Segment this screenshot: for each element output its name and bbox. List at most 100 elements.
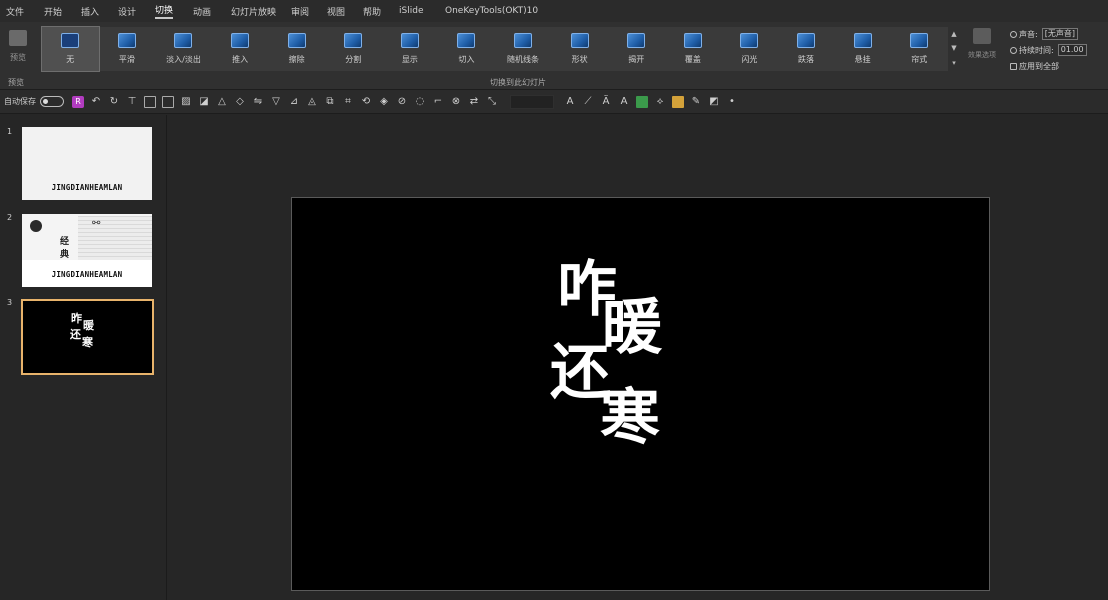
merge-icon[interactable]: ◬ bbox=[306, 96, 318, 108]
highlight-icon[interactable]: ◩ bbox=[708, 96, 720, 108]
menu-slideshow[interactable]: 幻灯片放映 bbox=[231, 5, 291, 18]
slide-title-char[interactable]: 暖 bbox=[602, 298, 662, 358]
transition-random-bars[interactable]: 随机线条 bbox=[495, 27, 552, 71]
timing-group: 声音: [无声音] 持续时间: 01.00 应用到全部 bbox=[1010, 26, 1108, 80]
islide-icon[interactable]: R bbox=[72, 95, 84, 108]
transition-fall-over[interactable]: 跌落 bbox=[778, 27, 835, 71]
distribute-icon[interactable]: ⊿ bbox=[288, 96, 300, 108]
menu-islide[interactable]: iSlide bbox=[399, 6, 445, 16]
font-color-icon[interactable]: A bbox=[618, 96, 630, 108]
transition-icon bbox=[627, 33, 646, 48]
transition-uncover[interactable]: 揭开 bbox=[608, 27, 665, 71]
more-icon[interactable]: • bbox=[726, 96, 738, 108]
transition-flash[interactable]: 闪光 bbox=[721, 27, 778, 71]
preview-icon bbox=[9, 30, 27, 46]
brush-icon[interactable]: ✎ bbox=[690, 96, 702, 108]
newspaper-image bbox=[78, 216, 152, 260]
menu-view[interactable]: 视图 bbox=[327, 5, 363, 18]
text-icon[interactable]: A bbox=[564, 96, 576, 108]
transition-fade[interactable]: 淡入/淡出 bbox=[155, 27, 212, 71]
transition-morph[interactable]: 平滑 bbox=[99, 27, 156, 71]
format-painter-icon[interactable]: ⌐ bbox=[432, 96, 444, 108]
menu-transitions[interactable]: 切换 bbox=[155, 3, 174, 19]
transition-cut[interactable]: 切入 bbox=[438, 27, 495, 71]
chevron-up-icon[interactable]: ▲ bbox=[951, 30, 956, 38]
sound-select[interactable]: [无声音] bbox=[1041, 28, 1078, 40]
swap-icon[interactable]: ⇄ bbox=[468, 96, 480, 108]
preview-button-label: 预览 bbox=[10, 53, 26, 62]
eyedropper-icon[interactable]: ⟡ bbox=[654, 96, 666, 108]
transition-wipe[interactable]: 擦除 bbox=[268, 27, 325, 71]
menu-onekeytools[interactable]: OneKeyTools(OKT)10 bbox=[445, 6, 538, 16]
group-icon[interactable]: ⧉ bbox=[324, 96, 336, 108]
fill-color-icon[interactable]: ◪ bbox=[198, 96, 210, 108]
crop-icon[interactable]: ⌗ bbox=[342, 96, 354, 108]
circle-shape bbox=[30, 220, 42, 232]
clock-icon bbox=[1010, 46, 1017, 54]
transition-drape[interactable]: 悬挂 bbox=[834, 27, 891, 71]
thumbnail-char: 寒 bbox=[82, 336, 93, 349]
rotate-icon[interactable]: ⟲ bbox=[360, 96, 372, 108]
transition-icon bbox=[117, 33, 136, 48]
toolbar-input[interactable] bbox=[510, 94, 554, 109]
slide-thumbnail-1[interactable]: JINGDIANHEAMLAN bbox=[22, 127, 152, 200]
transition-gallery: 无 平滑 淡入/淡出 推入 擦除 分割 显示 切入 随机线条 形状 揭开 覆盖 … bbox=[41, 26, 948, 72]
undo-icon[interactable]: ↶ bbox=[90, 96, 102, 108]
menu-design[interactable]: 设计 bbox=[118, 5, 155, 18]
slide-number: 3 bbox=[7, 298, 13, 307]
thumbnail-char: 典 bbox=[60, 250, 70, 260]
flip-icon[interactable]: ⇋ bbox=[252, 96, 264, 108]
preview-button[interactable]: 预览 bbox=[4, 28, 32, 72]
link-icon[interactable]: ⊗ bbox=[450, 96, 462, 108]
gold-tool-icon[interactable] bbox=[672, 95, 684, 108]
menu-animations[interactable]: 动画 bbox=[193, 5, 231, 18]
transition-icon bbox=[910, 33, 929, 48]
chevron-down-icon[interactable]: ▼ bbox=[951, 45, 956, 52]
font-size-icon[interactable]: Ä bbox=[600, 96, 612, 108]
transition-icon bbox=[683, 33, 702, 48]
effect-options-button[interactable]: 效果选项 bbox=[962, 28, 1002, 72]
apply-all-button[interactable]: 应用到全部 bbox=[1010, 58, 1108, 74]
redo-icon[interactable]: ↻ bbox=[108, 96, 120, 108]
autosave-label: 自动保存 bbox=[4, 97, 36, 106]
shape-icon[interactable]: ◇ bbox=[234, 96, 246, 108]
slide-thumbnail-2[interactable]: ⚯ 经 典 JINGDIANHEAMLAN bbox=[22, 214, 152, 287]
duration-label: 持续时间: bbox=[1019, 45, 1054, 55]
resize-icon[interactable]: ⤡ bbox=[486, 96, 498, 108]
triangle-icon[interactable]: △ bbox=[216, 96, 228, 108]
eraser-icon[interactable]: ⊘ bbox=[396, 96, 408, 108]
transition-icon bbox=[400, 33, 419, 48]
menu-home[interactable]: 开始 bbox=[44, 5, 81, 18]
effect-options-icon bbox=[973, 28, 991, 44]
menu-insert[interactable]: 插入 bbox=[81, 5, 118, 18]
duration-input[interactable]: 01.00 bbox=[1057, 44, 1087, 56]
lasso-icon[interactable]: ◌ bbox=[414, 96, 426, 108]
transition-icon bbox=[344, 33, 363, 48]
textbox-icon[interactable] bbox=[144, 95, 156, 108]
transition-none[interactable]: 无 bbox=[41, 26, 100, 72]
slide-number: 1 bbox=[7, 127, 13, 136]
transition-cover[interactable]: 覆盖 bbox=[665, 27, 722, 71]
green-tool-icon[interactable] bbox=[636, 95, 648, 108]
menu-help[interactable]: 帮助 bbox=[363, 5, 399, 18]
gallery-more-icon[interactable]: ▾ bbox=[952, 60, 956, 67]
filter-icon[interactable]: ▽ bbox=[270, 96, 282, 108]
transition-split[interactable]: 分割 bbox=[325, 27, 382, 71]
menu-review[interactable]: 审阅 bbox=[291, 5, 327, 18]
align-icon[interactable]: ⊤ bbox=[126, 96, 138, 108]
menu-file[interactable]: 文件 bbox=[6, 5, 44, 18]
transition-curtains[interactable]: 帘式 bbox=[891, 27, 948, 71]
gallery-scroll[interactable]: ▲ ▼ ▾ bbox=[948, 27, 960, 71]
transition-icon bbox=[514, 33, 533, 48]
color-picker-icon[interactable]: ▨ bbox=[180, 96, 192, 108]
transition-reveal[interactable]: 显示 bbox=[382, 27, 439, 71]
slide-title-char[interactable]: 寒 bbox=[600, 388, 660, 448]
transition-shape[interactable]: 形状 bbox=[551, 27, 608, 71]
transition-push[interactable]: 推入 bbox=[212, 27, 269, 71]
picture-icon[interactable] bbox=[162, 95, 174, 108]
pen-icon[interactable]: ⟋ bbox=[582, 96, 594, 108]
current-slide[interactable]: 咋 暖 还 寒 bbox=[291, 197, 990, 591]
slide-thumbnail-3[interactable]: 昨 暖 还 寒 bbox=[21, 299, 154, 375]
autosave-toggle[interactable] bbox=[40, 96, 64, 107]
tag-icon[interactable]: ◈ bbox=[378, 96, 390, 108]
